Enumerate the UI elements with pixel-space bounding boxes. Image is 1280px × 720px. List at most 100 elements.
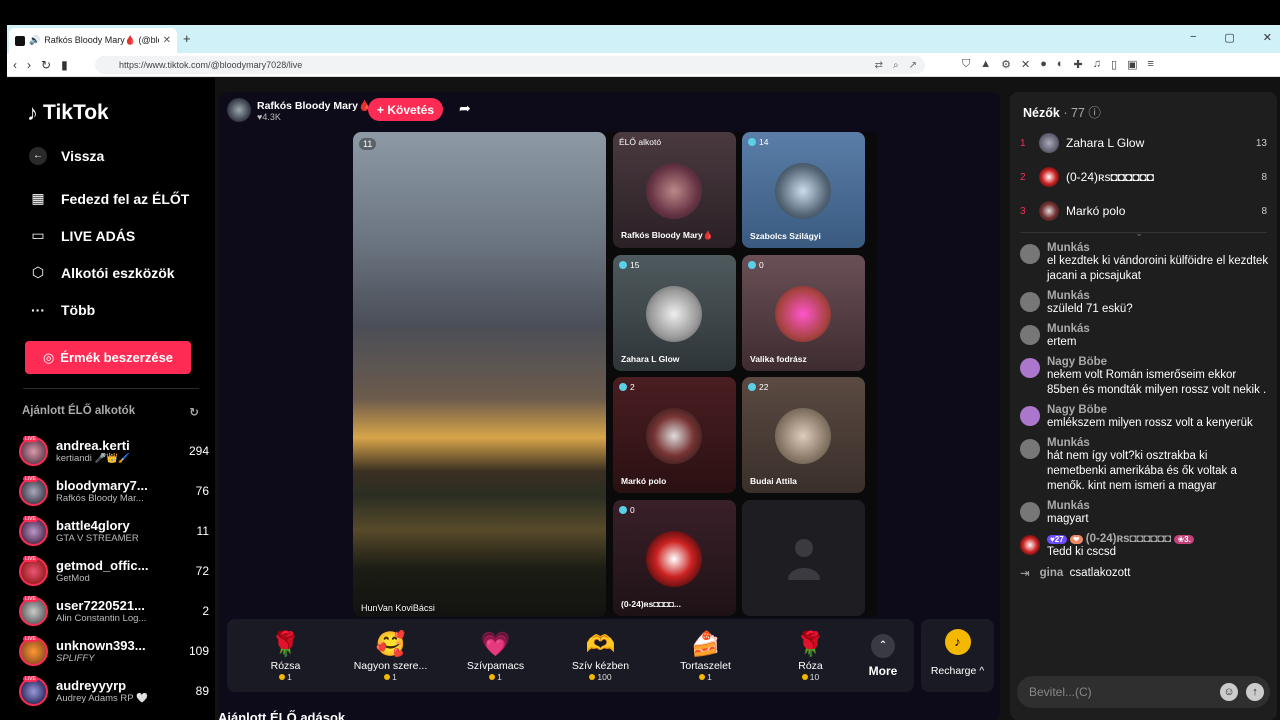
extension-icon[interactable]: ◐ xyxy=(1057,58,1064,71)
expand-viewers-icon[interactable]: ⌄ xyxy=(1135,228,1143,239)
chat-input[interactable]: Bevitel...(C) ☺ ↑ xyxy=(1017,676,1270,708)
menu-icon[interactable]: ≡ xyxy=(1147,58,1153,71)
viewer-row[interactable]: 1 Zahara L Glow 13 xyxy=(1020,126,1267,160)
tile-viewer-count: 14 xyxy=(748,137,768,147)
chat-username[interactable]: Munkás xyxy=(1047,290,1133,302)
bookmark-icon[interactable]: ▮ xyxy=(61,58,68,72)
close-window-icon[interactable]: ✕ xyxy=(1263,31,1272,44)
gift-item[interactable]: 🌹 Rózsa 1 xyxy=(233,630,338,682)
chat-username[interactable]: Munkás xyxy=(1047,323,1090,335)
main-guest-tile[interactable]: 11 HunVan KoviBácsi xyxy=(353,132,606,617)
emoji-icon[interactable]: ☺ xyxy=(1220,683,1238,701)
browser-tab[interactable]: 🔊 Rafkós Bloody Mary🩸 (@blo ✕ xyxy=(9,28,177,53)
creator-item[interactable]: LIVE battle4glory GTA V STREAMER 11 xyxy=(19,511,209,551)
share-icon[interactable]: ➦ xyxy=(459,100,471,117)
chat-username[interactable]: Munkás xyxy=(1047,500,1090,512)
gift-item[interactable]: 🫶 Szív kézben 100 xyxy=(548,630,653,682)
avatar[interactable] xyxy=(1020,325,1040,345)
extension-icon[interactable]: ● xyxy=(1040,58,1047,71)
translate-icon[interactable]: ⇄ xyxy=(875,60,883,71)
gift-item[interactable]: 💗 Szívpamacs 1 xyxy=(443,630,548,682)
guest-tile[interactable]: 0 Valika fodrász xyxy=(742,255,865,371)
divider xyxy=(1020,232,1267,233)
live-stream-area: Rafkós Bloody Mary🩸 ♥4.3K + Követés ➦ 11… xyxy=(219,92,1000,720)
music-icon[interactable]: ♫ xyxy=(1093,58,1101,71)
chat-username[interactable]: ♥27 ❤ (0-24)ʀs◘◘◘◘◘◘ ❀3. xyxy=(1047,533,1194,545)
refresh-icon[interactable]: ↻ xyxy=(189,405,199,419)
maximize-icon[interactable]: ▢ xyxy=(1224,31,1234,44)
sidebar-nav: ← Vissza ▦ Fedezd fel az ÉLŐT ▭ LIVE ADÁ… xyxy=(7,140,215,328)
empty-guest-slot[interactable] xyxy=(742,500,865,616)
minimize-icon[interactable]: − xyxy=(1190,31,1196,44)
chat-text: emlékszem milyen rossz volt a kenyerük xyxy=(1047,417,1253,429)
chat-username[interactable]: Munkás xyxy=(1047,242,1270,254)
close-tab-icon[interactable]: ✕ xyxy=(163,35,171,46)
viewer-row[interactable]: 3 Markó polo 8 xyxy=(1020,194,1267,228)
guest-tile[interactable]: ÉLŐ alkotó Rafkós Bloody Mary🩸 xyxy=(613,132,736,248)
nav-more[interactable]: ··· Több xyxy=(7,291,215,328)
new-tab-icon[interactable]: + xyxy=(183,31,191,46)
nav-live-broadcast[interactable]: ▭ LIVE ADÁS xyxy=(7,217,215,254)
extension-icon[interactable]: ✕ xyxy=(1021,58,1030,71)
chat-username[interactable]: Nagy Böbe xyxy=(1047,404,1253,416)
guest-tile[interactable]: 2 Markó polo xyxy=(613,377,736,493)
gift-item[interactable]: 🌹 Róza 10 xyxy=(758,630,863,682)
more-gifts-button[interactable]: ⌃ More xyxy=(863,633,903,678)
avatar[interactable] xyxy=(1020,439,1040,459)
reload-icon[interactable]: ↻ xyxy=(41,58,51,72)
creator-name: audreyyyrp xyxy=(56,678,127,693)
chat-username[interactable]: Nagy Böbe xyxy=(1047,356,1270,368)
creator-item[interactable]: LIVE bloodymary7... Rafkós Bloody Mar... … xyxy=(19,471,209,511)
creator-item[interactable]: LIVE unknown393... SPLIFFY 109 xyxy=(19,631,209,671)
avatar[interactable] xyxy=(1020,292,1040,312)
recharge-label: Recharge ^ xyxy=(930,665,985,677)
avatar[interactable] xyxy=(1020,502,1040,522)
get-coins-button[interactable]: ◎ Érmék beszerzése xyxy=(25,341,191,374)
send-icon[interactable]: ↑ xyxy=(1246,683,1264,701)
host-avatar[interactable] xyxy=(227,98,251,122)
creator-item[interactable]: LIVE user7220521... Alin Constantin Log..… xyxy=(19,591,209,631)
nav-creator-tools[interactable]: ⬡ Alkotói eszközök xyxy=(7,254,215,291)
back-icon[interactable]: ‹ xyxy=(13,58,17,72)
brave-shield-icon[interactable]: ⛉ xyxy=(962,58,970,71)
sidebar-icon[interactable]: ▯ xyxy=(1111,58,1117,71)
creator-item[interactable]: LIVE getmod_offic... GetMod 72 xyxy=(19,551,209,591)
nav-label: Fedezd fel az ÉLŐT xyxy=(61,190,190,207)
avatar: LIVE xyxy=(19,635,48,666)
nav-explore-live[interactable]: ▦ Fedezd fel az ÉLŐT xyxy=(7,180,215,217)
extension-icon[interactable]: ⚙ xyxy=(1001,58,1011,71)
guest-tile[interactable]: 15 Zahara L Glow xyxy=(613,255,736,371)
rewards-icon[interactable]: ▲ xyxy=(980,58,991,71)
chat-username[interactable]: Munkás xyxy=(1047,437,1270,449)
info-icon[interactable]: ⓘ xyxy=(1088,106,1101,120)
nav-back[interactable]: ← Vissza xyxy=(7,140,215,172)
zoom-icon[interactable]: ⌕ xyxy=(893,60,899,71)
url-field[interactable]: https://www.tiktok.com/@bloodymary7028/l… xyxy=(95,56,925,74)
creator-item[interactable]: LIVE audreyyyrp Audrey Adams RP 🤍 89 xyxy=(19,671,209,711)
follow-button[interactable]: + Követés xyxy=(368,98,443,121)
tile-viewer-count: 15 xyxy=(619,260,639,270)
guest-tile[interactable]: 14 Szabolcs Szilágyi xyxy=(742,132,865,248)
guest-tile[interactable]: 0 (0-24)ʀs◘◘◘◘... xyxy=(613,500,736,616)
puzzle-icon[interactable]: ✚ xyxy=(1074,58,1083,71)
gift-item[interactable]: 🥰 Nagyon szere... 1 xyxy=(338,630,443,682)
recharge-button[interactable]: ♪ Recharge ^ xyxy=(921,619,994,692)
tiktok-logo[interactable]: ♪ TikTok xyxy=(27,100,109,126)
host-info[interactable]: Rafkós Bloody Mary🩸 ♥4.3K xyxy=(227,98,371,122)
chevron-up-icon: ⌃ xyxy=(871,633,895,658)
viewer-row[interactable]: 2 (0-24)ʀs◘◘◘◘◘◘ 8 xyxy=(1020,160,1267,194)
gift-price: 1 xyxy=(443,672,548,682)
avatar[interactable] xyxy=(1020,406,1040,426)
wallet-icon[interactable]: ▣ xyxy=(1127,58,1137,71)
viewers-heading[interactable]: Nézők · 77 ⓘ xyxy=(1023,102,1101,121)
creator-tools-icon: ⬡ xyxy=(31,264,45,280)
creator-item[interactable]: LIVE andrea.kerti kertiandi 🎤👑🖌️ 294 xyxy=(19,431,209,471)
share-page-icon[interactable]: ↗ xyxy=(909,60,917,71)
avatar[interactable] xyxy=(1020,358,1040,378)
forward-icon[interactable]: › xyxy=(27,58,31,72)
guest-tile[interactable]: 22 Budai Attila xyxy=(742,377,865,493)
avatar[interactable] xyxy=(1020,535,1040,555)
joined-username[interactable]: gina xyxy=(1040,567,1064,579)
gift-item[interactable]: 🍰 Tortaszelet 1 xyxy=(653,630,758,682)
avatar[interactable] xyxy=(1020,244,1040,264)
